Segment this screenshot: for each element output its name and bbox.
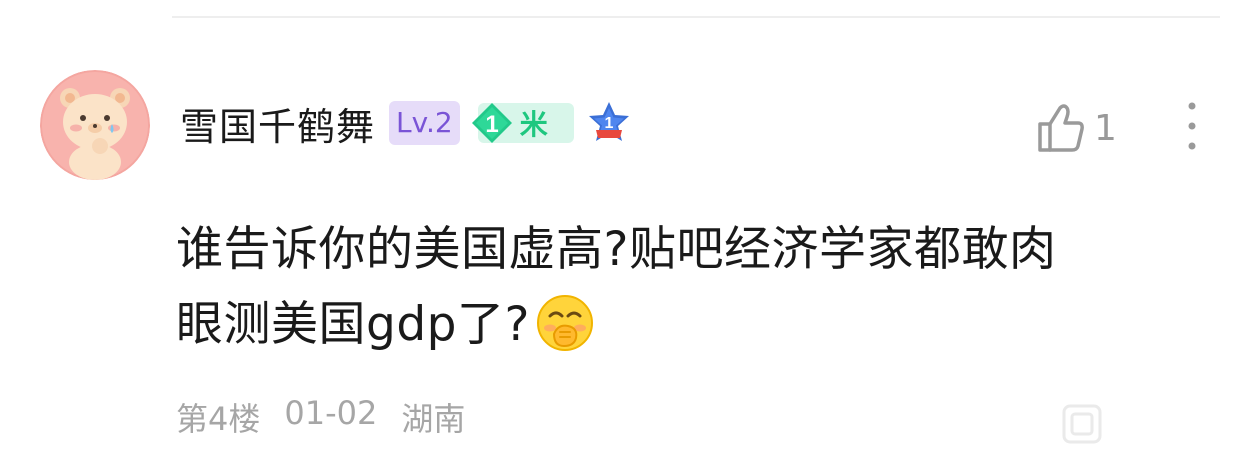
thumbs-up-icon xyxy=(1038,104,1084,152)
floor-number: 第4楼 xyxy=(176,400,261,438)
top-divider xyxy=(172,16,1220,18)
member-badge: 1 米 xyxy=(470,102,574,144)
comment-page: 雪国千鹤舞 Lv.2 1 米 1 1 谁告诉你的美国虚高?贴吧经济学家都敢肉 眼… xyxy=(0,0,1260,460)
giggle-emoji-icon xyxy=(536,294,593,351)
level-badge: Lv.2 xyxy=(389,101,460,145)
watermark-icon xyxy=(1062,404,1102,444)
star-badge-number: 1 xyxy=(604,115,613,132)
avatar-bear-icon xyxy=(40,70,150,180)
diamond-badge-icon: 1 xyxy=(471,103,512,143)
member-badge-text: 米 xyxy=(519,108,548,141)
comment-meta: 第4楼 01-02 湖南 xyxy=(176,394,489,440)
post-date: 01-02 xyxy=(284,394,378,432)
star-badge-icon: 1 xyxy=(588,102,629,141)
comment-header: 雪国千鹤舞 Lv.2 1 米 1 xyxy=(180,96,632,151)
member-number: 1 xyxy=(485,111,498,138)
comment-text-line1: 谁告诉你的美国虚高?贴吧经济学家都敢肉 xyxy=(176,222,1057,277)
more-vertical-icon[interactable] xyxy=(1180,100,1204,152)
comment-body: 谁告诉你的美国虚高?贴吧经济学家都敢肉 眼测美国gdp了? xyxy=(176,212,1216,362)
like-count: 1 xyxy=(1094,107,1117,149)
comment-text-line2: 眼测美国gdp了? xyxy=(176,297,530,352)
comment-text-line2-wrap: 眼测美国gdp了? xyxy=(176,287,1216,362)
like-button[interactable]: 1 xyxy=(1036,100,1117,156)
username[interactable]: 雪国千鹤舞 xyxy=(180,96,375,151)
avatar[interactable] xyxy=(40,70,150,180)
location: 湖南 xyxy=(401,400,466,438)
